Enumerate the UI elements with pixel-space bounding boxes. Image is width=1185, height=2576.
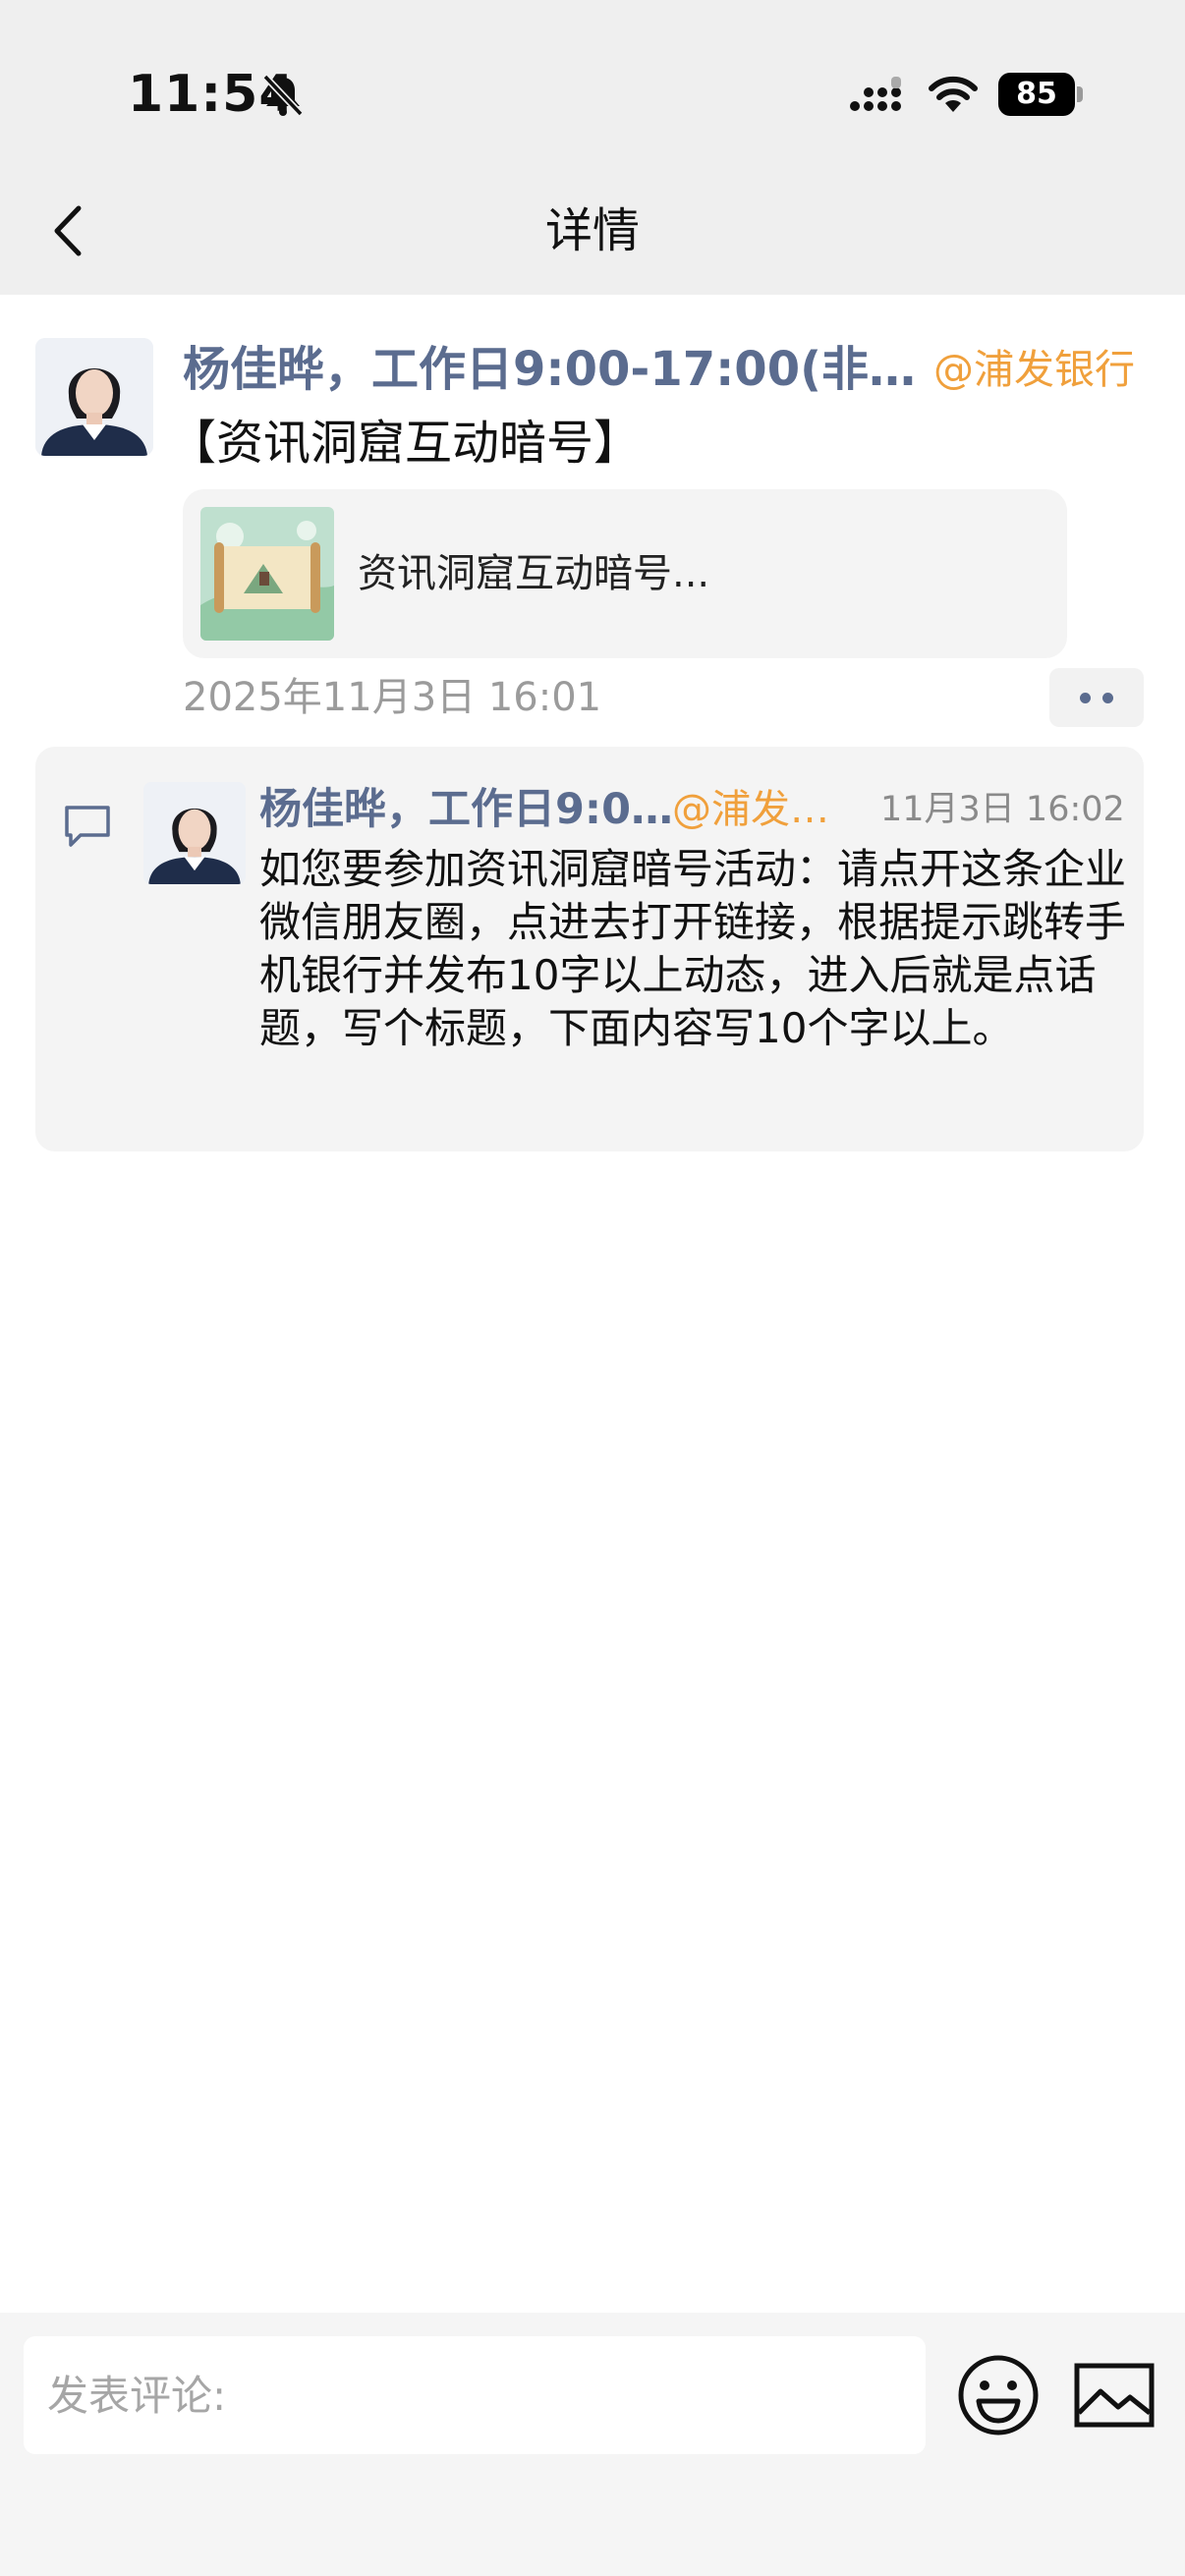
- battery-cap: [1077, 86, 1083, 102]
- post-timestamp: 2025年11月3日 16:01: [183, 675, 602, 720]
- wifi-icon: [929, 76, 978, 112]
- more-options-button[interactable]: [1049, 668, 1144, 727]
- comment-input[interactable]: [24, 2336, 926, 2454]
- signal-icon: [850, 77, 901, 111]
- top-header: 11:54 85 详情: [0, 0, 1185, 295]
- comment-author-name[interactable]: 杨佳晔，工作日9:00-17:00(非工作时间信息延迟回复): [259, 780, 692, 839]
- avatar-portrait-icon: [35, 338, 153, 456]
- detail-page: 11:54 85 详情 杨佳晔，工作日9:00-17:00(非工 @浦发银行 【…: [0, 0, 1185, 2576]
- comment-section: 杨佳晔，工作日9:00-17:00(非工作时间信息延迟回复) @浦发银行 11月…: [35, 747, 1144, 1151]
- link-card-title: 资讯洞窟互动暗号...: [358, 551, 710, 596]
- bell-muted-icon: [262, 74, 304, 117]
- post-org-tag[interactable]: @浦发银行: [933, 338, 1135, 401]
- emoji-smile-icon[interactable]: [955, 2352, 1042, 2438]
- comment-bubble-icon: [65, 806, 110, 847]
- battery-level: 85: [1016, 77, 1057, 111]
- post-text: 【资讯洞窟互动暗号】: [169, 416, 642, 471]
- comment-bar: [0, 2313, 1185, 2576]
- more-dots-icon: [1102, 693, 1113, 703]
- comment-text: 如您要参加资讯洞窟暗号活动：请点开这条企业微信朋友圈，点进去打开链接，根据提示跳…: [259, 845, 1127, 1052]
- page-title: 详情: [544, 203, 640, 258]
- scroll-illustration-icon: [200, 507, 334, 641]
- comment-org-tag[interactable]: @浦发银行: [672, 780, 849, 839]
- comment-timestamp: 11月3日 16:02: [880, 790, 1125, 829]
- post-avatar[interactable]: [35, 338, 153, 456]
- link-thumbnail: [200, 507, 334, 641]
- more-dots-icon: [1080, 693, 1091, 703]
- image-icon[interactable]: [1071, 2352, 1157, 2438]
- post-author-name[interactable]: 杨佳晔，工作日9:00-17:00(非工作时间信息延迟回复): [183, 338, 926, 401]
- comment-avatar[interactable]: [143, 782, 246, 884]
- avatar-portrait-icon: [143, 782, 246, 884]
- battery-indicator: 85: [998, 73, 1083, 116]
- link-card[interactable]: 资讯洞窟互动暗号...: [183, 489, 1067, 658]
